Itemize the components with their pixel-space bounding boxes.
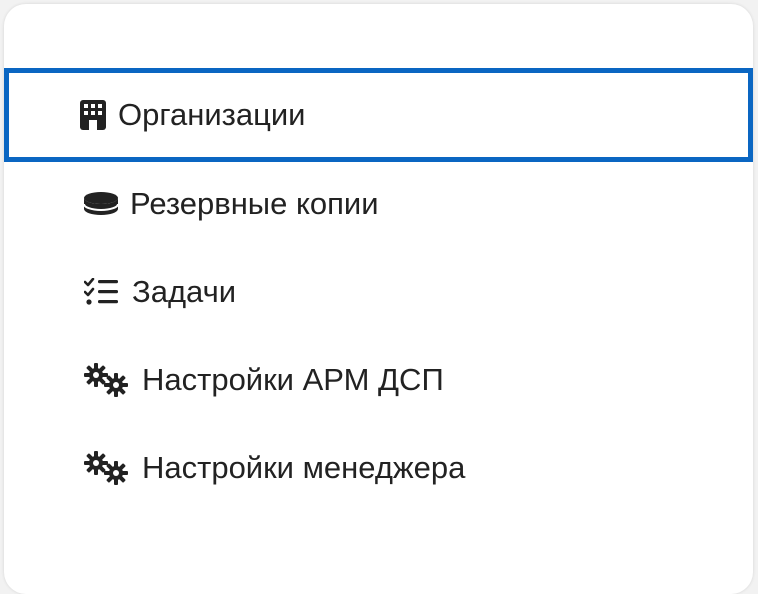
menu-item-label: Настройки менеджера	[142, 450, 466, 485]
task-list-icon	[84, 278, 120, 306]
menu-item-label: Организации	[118, 97, 306, 132]
menu-item-organizations[interactable]: Организации	[4, 68, 753, 162]
menu-item-arm-dsp-settings[interactable]: Настройки АРМ ДСП	[4, 336, 753, 424]
menu-item-tasks[interactable]: Задачи	[4, 248, 753, 336]
menu-item-manager-settings[interactable]: Настройки менеджера	[4, 424, 753, 512]
menu-item-backups[interactable]: Резервные копии	[4, 160, 753, 248]
database-icon	[84, 192, 118, 216]
gears-icon	[84, 451, 130, 485]
navigation-panel: Организации Резервные копии Задачи Настр…	[4, 4, 753, 594]
menu-item-label: Задачи	[132, 274, 237, 309]
building-icon	[80, 100, 106, 130]
menu-item-label: Настройки АРМ ДСП	[142, 362, 444, 397]
gears-icon	[84, 363, 130, 397]
menu-item-label: Резервные копии	[130, 186, 379, 221]
sidebar-menu: Организации Резервные копии Задачи Настр…	[4, 68, 753, 512]
